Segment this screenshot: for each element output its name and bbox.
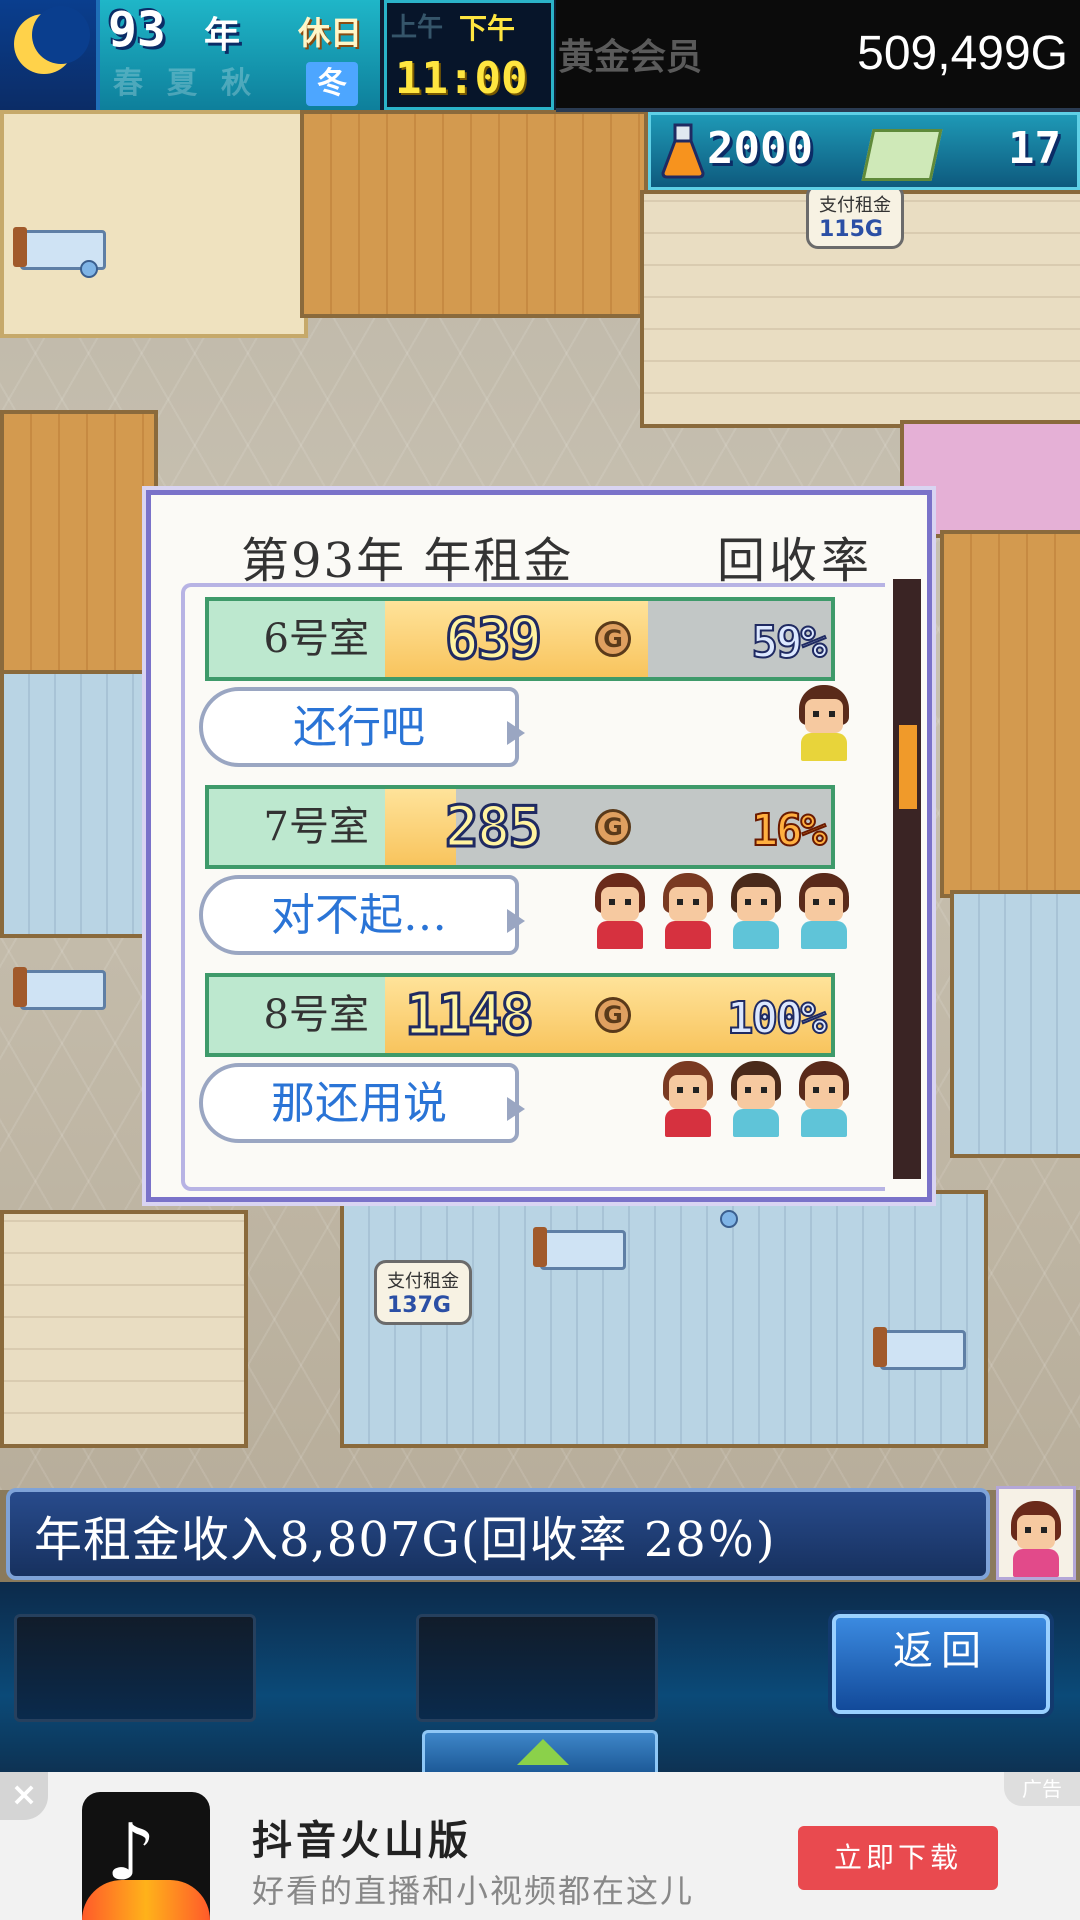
ticket-count: 17 [1008, 123, 1061, 174]
room-name: 8号室 [209, 977, 385, 1053]
season-summer: 夏 [167, 66, 197, 101]
room-right[interactable] [940, 530, 1080, 898]
bed [13, 967, 106, 1010]
rent-amount: 285 [443, 794, 543, 862]
resident-avatar-icon [795, 873, 853, 949]
rent-bubble-label: 支付租金 [387, 1271, 459, 1292]
resident-avatar-icon [727, 873, 785, 949]
ad-description: 好看的直播和小视频都在这儿 [252, 1872, 695, 1910]
top-hud: 93 年 休日 春 夏 秋 冬 上午 下午 11:00 黄金会员 509,499… [0, 0, 1080, 112]
ad-app-name[interactable]: 抖音火山版 [252, 1808, 472, 1866]
gold-coin-icon: G [595, 809, 631, 845]
rent-bubble-top[interactable]: 支付租金 115G [806, 184, 904, 249]
research-points: 2000 [707, 123, 813, 174]
empty-slot-1[interactable] [14, 1614, 256, 1722]
money-panel[interactable]: 黄金会员 509,499G [556, 0, 1080, 112]
year-number: 93 [108, 2, 166, 58]
room-name: 7号室 [209, 789, 385, 865]
scroll-thumb[interactable] [899, 725, 917, 809]
rent-bar: 1148 G 100% [385, 977, 831, 1053]
calendar-panel: 93 年 休日 春 夏 秋 冬 [100, 0, 380, 110]
season-autumn: 秋 [221, 66, 251, 101]
resident-avatar-icon [795, 685, 853, 761]
resident-avatar-icon [727, 1061, 785, 1137]
gold-coin-icon: G [595, 997, 631, 1033]
resident-avatar-icon [659, 1061, 717, 1137]
collection-percent: 100% [726, 992, 828, 1045]
expand-up-arrow-icon[interactable] [422, 1730, 658, 1772]
resident-comment: 对不起… [199, 875, 525, 955]
rent-bubble-bottom[interactable]: 支付租金 137G [374, 1260, 472, 1325]
room-left[interactable] [0, 670, 148, 938]
dialog-title: 第93年 年租金 [241, 533, 574, 589]
season-spring: 春 [113, 66, 143, 101]
rent-bubble-label: 支付租金 [819, 195, 891, 216]
income-summary-bar: 年租金收入8,807G(回收率 28％) [6, 1488, 990, 1580]
money-amount: 509,499G [857, 27, 1068, 80]
ticket-icon [861, 129, 943, 181]
bed [533, 1227, 626, 1270]
clock-time: 11:00 [395, 53, 528, 104]
resident-avatar-icon [659, 873, 717, 949]
rent-bubble-amount: 115G [819, 217, 883, 242]
lamp [80, 260, 98, 278]
am-label: 上午 [391, 13, 444, 43]
room-row-6[interactable]: 6号室 639 G 59% [205, 597, 835, 681]
income-summary-text: 年租金收入8,807G(回收率 28％) [34, 1512, 776, 1568]
control-panel: 返回 [0, 1582, 1080, 1772]
lamp [720, 1210, 738, 1228]
gold-member-label[interactable]: 黄金会员 [558, 28, 702, 80]
season-winter: 冬 [306, 62, 358, 106]
ad-banner[interactable]: × 广告 ♪ 抖音火山版 好看的直播和小视频都在这儿 立即下载 [0, 1772, 1080, 1920]
room-row-7[interactable]: 7号室 285 G 16% [205, 785, 835, 869]
room-name: 6号室 [209, 601, 385, 677]
rent-dialog: 第93年 年租金 回收率 6号室 639 G 59% 还行吧 7号室 285 G… [146, 490, 932, 1202]
close-icon[interactable]: × [0, 1772, 48, 1820]
rent-bar: 285 G 16% [385, 789, 831, 865]
resident-avatar-icon [591, 873, 649, 949]
clock-panel: 上午 下午 11:00 [384, 0, 554, 110]
rent-bar: 639 G 59% [385, 601, 831, 677]
resource-bar: 2000 17 [648, 112, 1080, 190]
room-top-left[interactable] [0, 110, 308, 338]
app-logo-icon[interactable]: ♪ [82, 1792, 210, 1920]
resident-avatar-icon [795, 1061, 853, 1137]
rent-list[interactable]: 6号室 639 G 59% 还行吧 7号室 285 G 16% 对不起… 8号室 [181, 583, 885, 1191]
room-mid-left[interactable] [0, 410, 158, 678]
secretary-face-icon [1007, 1501, 1065, 1577]
download-button[interactable]: 立即下载 [798, 1826, 998, 1890]
season-indicator: 春 夏 秋 冬 [100, 58, 380, 110]
empty-slot-2[interactable] [416, 1614, 658, 1722]
rent-bubble-amount: 137G [387, 1293, 451, 1318]
rent-amount: 639 [443, 606, 543, 674]
room-top-center[interactable] [300, 110, 648, 318]
collection-percent: 16% [751, 804, 829, 857]
year-unit: 年 [204, 15, 241, 56]
rent-amount: 1148 [404, 982, 536, 1050]
night-moon-icon [0, 0, 100, 110]
back-button[interactable]: 返回 [832, 1614, 1050, 1714]
room-right-lower[interactable] [950, 890, 1080, 1158]
collection-rate-header: 回收率 [717, 533, 874, 589]
secretary-avatar[interactable] [996, 1486, 1076, 1580]
resident-comment: 还行吧 [199, 687, 525, 767]
gold-coin-icon: G [595, 621, 631, 657]
room-bottom-left[interactable] [0, 1210, 248, 1448]
resident-comment: 那还用说 [199, 1063, 525, 1143]
research-flask-icon [661, 123, 705, 179]
room-row-8[interactable]: 8号室 1148 G 100% [205, 973, 835, 1057]
pm-label: 下午 [459, 12, 516, 45]
ad-tag: 广告 [1004, 1772, 1080, 1806]
collection-percent: 59% [751, 616, 829, 669]
holiday-label: 休日 [298, 14, 363, 52]
bed [873, 1327, 966, 1370]
list-scrollbar[interactable] [893, 579, 921, 1179]
